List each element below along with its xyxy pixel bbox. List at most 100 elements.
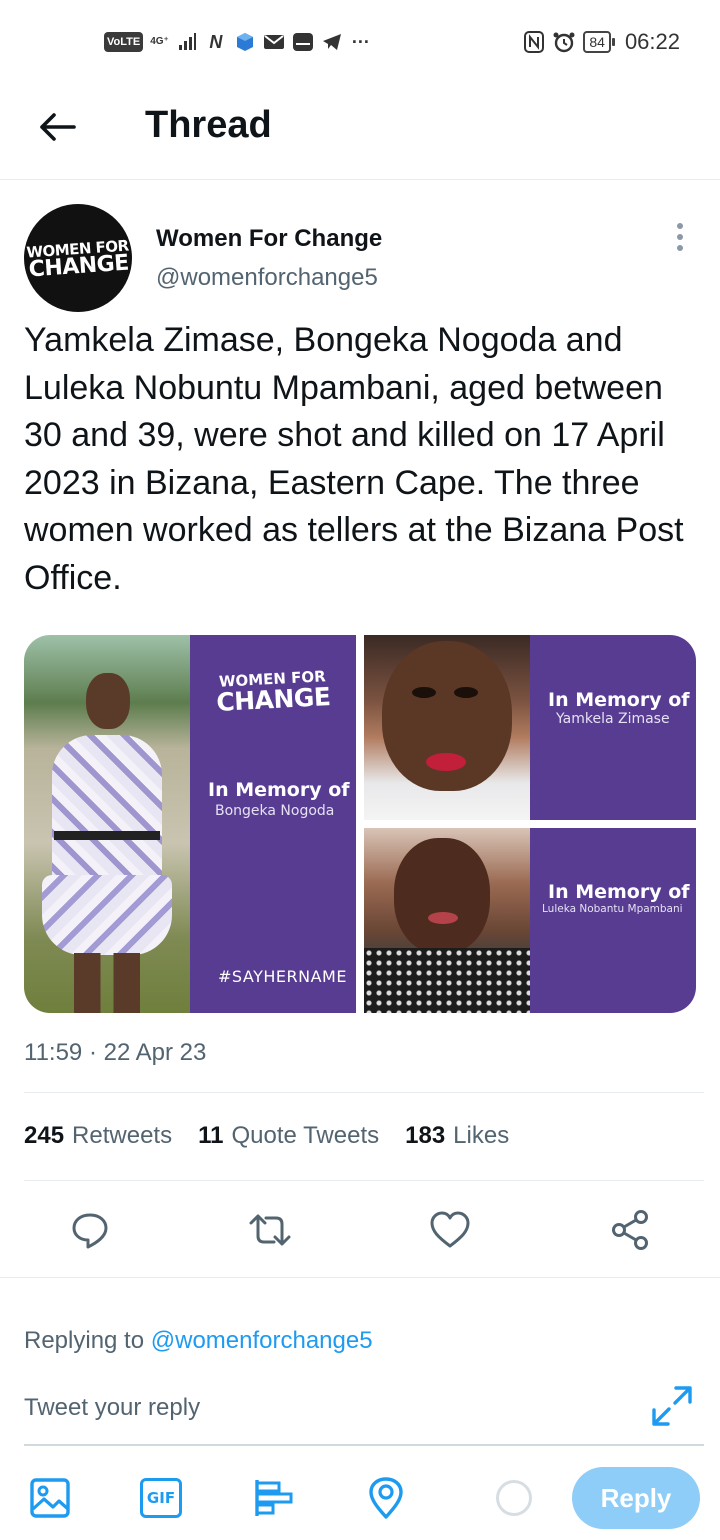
arrow-left-icon <box>40 113 76 141</box>
divider <box>0 1277 720 1278</box>
likes-count: 183 <box>405 1122 446 1149</box>
cube-app-icon <box>234 32 256 52</box>
reply-submit-button[interactable]: Reply <box>572 1467 700 1529</box>
photo-luleka <box>364 828 530 1013</box>
add-poll-button[interactable] <box>250 1474 298 1522</box>
tweet-stats: 245 Retweets 11 Quote Tweets 183 Likes <box>24 1120 535 1152</box>
photo-shirt <box>364 948 530 1013</box>
location-pin-icon <box>369 1477 403 1519</box>
memorial-title: In Memory of <box>548 689 690 711</box>
n-app-icon: N <box>209 31 223 52</box>
battery-indicator: 84 <box>583 31 615 53</box>
photo-eye <box>412 687 436 698</box>
reply-action-button[interactable] <box>68 1208 112 1252</box>
replying-prefix: Replying to <box>24 1327 145 1354</box>
alarm-icon <box>553 32 575 53</box>
memorial-panel: In Memory of Yamkela Zimase <box>530 635 696 820</box>
photo-lips <box>428 912 458 924</box>
reply-input[interactable] <box>24 1388 624 1428</box>
tweet-text: Yamkela Zimase, Bongeka Nogoda and Lulek… <box>24 321 684 597</box>
author-avatar[interactable]: WOMEN FOR CHANGE <box>24 204 132 312</box>
back-button[interactable] <box>32 102 82 152</box>
tweet-action-bar <box>0 1200 720 1260</box>
photo-lips <box>426 753 466 771</box>
divider <box>24 1092 704 1093</box>
avatar-logo-big: CHANGE <box>27 250 130 283</box>
avatar-logo: WOMEN FOR CHANGE <box>26 236 130 283</box>
poll-icon <box>255 1480 293 1516</box>
author-name[interactable]: Women For Change <box>156 224 382 254</box>
huawei-app-icon <box>292 32 314 52</box>
nfc-icon <box>523 31 545 53</box>
top-app-bar: Thread <box>0 80 720 180</box>
reply-underline <box>24 1444 704 1446</box>
heart-icon <box>430 1211 470 1248</box>
retweet-action-button[interactable] <box>248 1208 292 1252</box>
expand-composer-button[interactable] <box>648 1382 696 1430</box>
author-handle[interactable]: @womenforchange5 <box>156 263 378 293</box>
gif-icon: GIF <box>140 1478 182 1518</box>
tweet-media-grid: WOMEN FOR CHANGE In Memory of Bongeka No… <box>24 635 696 1013</box>
memorial-logo-big: CHANGE <box>215 682 332 717</box>
add-image-button[interactable] <box>26 1474 74 1522</box>
photo-eye <box>454 687 478 698</box>
like-action-button[interactable] <box>428 1208 472 1252</box>
page-title: Thread <box>145 104 272 146</box>
photo-figure-skirt <box>42 875 172 955</box>
photo-yamkela <box>364 635 530 820</box>
media-tile-yamkela[interactable]: In Memory of Yamkela Zimase <box>364 635 696 820</box>
replying-handle[interactable]: @womenforchange5 <box>151 1327 373 1354</box>
tweet-timestamp[interactable]: 11:59 · 22 Apr 23 <box>24 1038 206 1068</box>
mail-icon <box>263 32 285 52</box>
more-dots-icon: ··· <box>351 31 370 52</box>
retweets-stat[interactable]: 245 Retweets <box>24 1120 172 1152</box>
photo-figure-belt <box>54 831 160 840</box>
photo-bongeka <box>24 635 190 1013</box>
likes-label: Likes <box>453 1122 510 1149</box>
memorial-panel: WOMEN FOR CHANGE In Memory of Bongeka No… <box>190 635 356 1013</box>
photo-face <box>394 838 490 954</box>
media-tile-luleka[interactable]: In Memory of Luleka Nobantu Mpambani <box>364 828 696 1013</box>
memorial-logo: WOMEN FOR CHANGE <box>189 667 356 718</box>
media-tile-bongeka[interactable]: WOMEN FOR CHANGE In Memory of Bongeka No… <box>24 635 356 1013</box>
status-bar: VoLTE 4G⁺ N ··· 84 06:22 <box>0 0 720 80</box>
divider <box>24 1180 704 1181</box>
image-icon <box>30 1478 70 1518</box>
hashtag-sayhername: #SAYHERNAME <box>218 967 347 986</box>
signal-icon <box>176 32 198 52</box>
replying-to: Replying to @womenforchange5 <box>24 1326 373 1356</box>
likes-stat[interactable]: 183 Likes <box>405 1120 509 1152</box>
more-options-button[interactable] <box>668 220 692 254</box>
photo-figure-legs <box>74 953 140 1013</box>
share-icon <box>612 1210 648 1250</box>
memorial-name: Luleka Nobantu Mpambani <box>542 903 683 915</box>
memorial-title: In Memory of <box>208 779 350 801</box>
more-dot <box>677 223 683 229</box>
memorial-name: Yamkela Zimase <box>556 711 670 727</box>
more-dot <box>677 234 683 240</box>
quotes-label: Quote Tweets <box>231 1122 380 1149</box>
photo-figure-head <box>86 673 130 729</box>
comment-icon <box>72 1213 108 1249</box>
network-type: 4G⁺ <box>150 36 169 47</box>
share-action-button[interactable] <box>608 1208 652 1252</box>
status-left: VoLTE 4G⁺ N ··· <box>104 28 372 56</box>
photo-figure-dress <box>52 735 162 885</box>
retweets-label: Retweets <box>72 1122 173 1149</box>
more-dot <box>677 245 683 251</box>
add-gif-button[interactable]: GIF <box>137 1474 185 1522</box>
memorial-title: In Memory of <box>548 881 690 903</box>
telegram-icon <box>321 32 343 52</box>
volte-badge: VoLTE <box>104 32 144 52</box>
quotes-count: 11 <box>198 1122 224 1149</box>
status-right: 84 06:22 <box>523 28 680 56</box>
expand-icon <box>652 1386 692 1426</box>
memorial-name: Bongeka Nogoda <box>215 803 335 819</box>
add-location-button[interactable] <box>362 1474 410 1522</box>
retweets-count: 245 <box>24 1122 65 1149</box>
quote-tweets-stat[interactable]: 11 Quote Tweets <box>198 1120 379 1152</box>
status-clock: 06:22 <box>624 29 680 54</box>
retweet-icon <box>249 1214 291 1246</box>
character-counter-ring <box>496 1480 532 1516</box>
memorial-panel: In Memory of Luleka Nobantu Mpambani <box>530 828 696 1013</box>
